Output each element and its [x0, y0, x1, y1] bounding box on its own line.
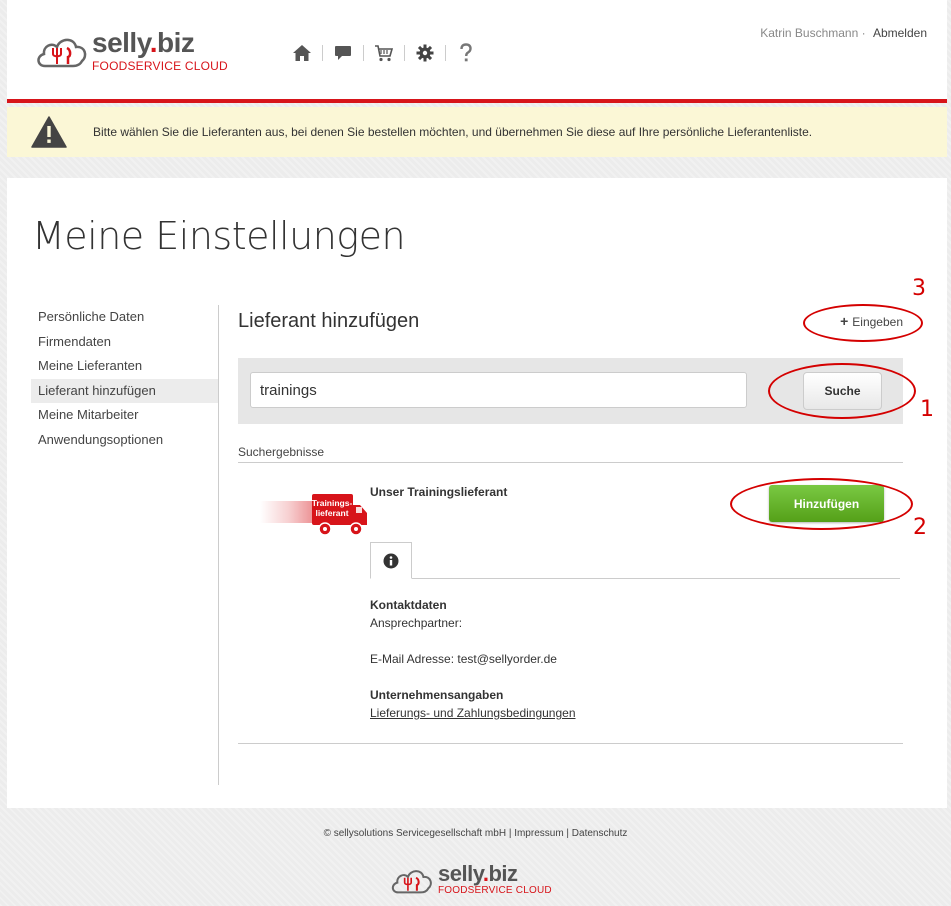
tab-divider	[370, 578, 900, 579]
home-icon[interactable]	[282, 40, 322, 66]
top-navigation	[282, 40, 486, 66]
results-heading: Suchergebnisse	[238, 445, 325, 459]
brand-wordmark: selly.biz	[92, 27, 195, 58]
footer-brand-wordmark: selly.biz	[438, 861, 518, 886]
annotation-number-2: 2	[913, 515, 927, 540]
help-icon[interactable]	[446, 40, 486, 66]
warning-icon	[31, 116, 67, 148]
terms-link[interactable]: Lieferungs- und Zahlungsbedingungen	[370, 706, 576, 720]
results-end-divider	[238, 743, 903, 744]
chat-icon[interactable]	[323, 40, 363, 66]
results-divider	[238, 462, 903, 463]
sidebar-item-my-employees[interactable]: Meine Mitarbeiter	[31, 403, 218, 428]
sidebar-divider	[218, 305, 219, 785]
svg-text:lieferant: lieferant	[315, 508, 348, 518]
supplier-search-input[interactable]	[250, 372, 747, 408]
footer-links[interactable]: © sellysolutions Servicegesellschaft mbH…	[0, 828, 951, 839]
supplier-name: Unser Trainingslieferant	[370, 485, 508, 499]
logout-link[interactable]: Abmelden	[873, 26, 927, 40]
sidebar-item-my-suppliers[interactable]: Meine Lieferanten	[31, 354, 218, 379]
annotation-ellipse-add	[730, 478, 913, 530]
sidebar-item-add-supplier[interactable]: Lieferant hinzufügen	[31, 378, 218, 403]
info-notice: Bitte wählen Sie die Lieferanten aus, be…	[7, 107, 947, 157]
page-title: Meine Einstellungen	[32, 214, 406, 258]
brand-logo[interactable]: selly.biz FOODSERVICE CLOUD	[35, 28, 241, 78]
company-heading: Unternehmensangaben	[370, 688, 504, 702]
sidebar-item-app-options[interactable]: Anwendungsoptionen	[31, 428, 218, 453]
brand-tagline: FOODSERVICE CLOUD	[92, 59, 228, 73]
settings-sidebar: Persönliche Daten Firmendaten Meine Lief…	[31, 305, 218, 452]
contact-heading: Kontaktdaten	[370, 598, 447, 612]
svg-text:Trainings-: Trainings-	[312, 498, 353, 508]
user-name[interactable]: Katrin Buschmann	[760, 26, 858, 40]
supplier-truck-logo-icon: Trainings- lieferant	[260, 494, 367, 536]
user-separator: ·	[861, 26, 866, 40]
info-icon	[383, 553, 399, 568]
sidebar-item-company-data[interactable]: Firmendaten	[31, 330, 218, 355]
cart-icon[interactable]	[364, 40, 404, 66]
notice-text: Bitte wählen Sie die Lieferanten aus, be…	[93, 125, 813, 139]
annotation-number-3: 3	[912, 276, 926, 301]
gear-icon[interactable]	[405, 40, 445, 66]
cloud-fork-logo-icon	[37, 38, 87, 68]
terms-link-wrapper: Lieferungs- und Zahlungsbedingungen	[370, 706, 576, 720]
contact-person: Ansprechpartner:	[370, 616, 463, 630]
footer-brand-logo: selly.biz FOODSERVICE CLOUD	[390, 863, 570, 899]
user-menu: Katrin Buschmann · Abmelden	[760, 26, 927, 40]
annotation-ellipse-entry	[803, 304, 923, 342]
annotation-number-1: 1	[920, 397, 934, 422]
section-title: Lieferant hinzufügen	[238, 310, 420, 332]
contact-email: E-Mail Adresse: test@sellyorder.de	[370, 652, 557, 666]
annotation-ellipse-search	[768, 363, 916, 419]
footer-brand-tagline: FOODSERVICE CLOUD	[438, 885, 552, 896]
cloud-fork-logo-icon	[391, 870, 432, 894]
header-bar: selly.biz FOODSERVICE CLOUD Katrin Busch…	[7, 0, 947, 103]
tab-info[interactable]	[370, 542, 412, 579]
sidebar-item-personal-data[interactable]: Persönliche Daten	[31, 305, 218, 330]
